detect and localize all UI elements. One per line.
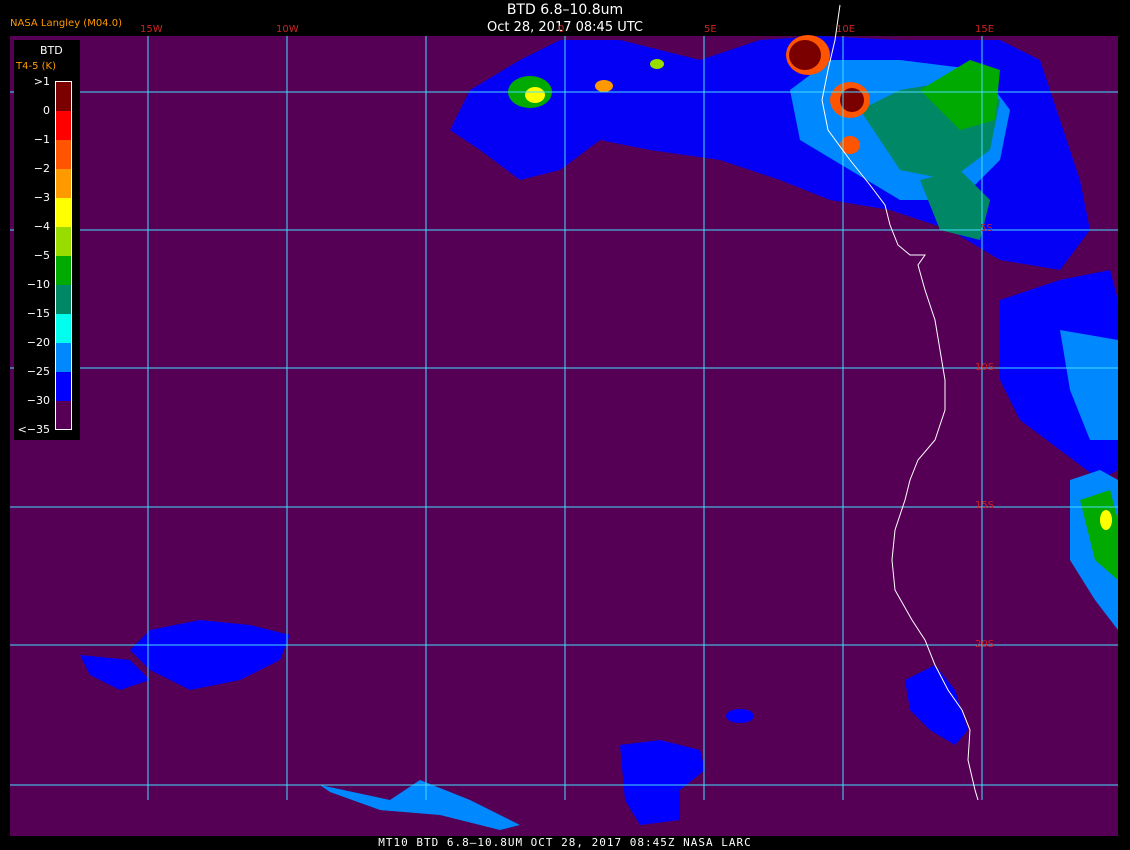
- color-legend: BTD T4-5 (K) >1 0 −1 −2 −3 −4 −5 −10 −15 −20 −25 −3…: [14, 40, 80, 440]
- lon-label-0: 0: [558, 24, 565, 35]
- legend-tick-label: −2: [33, 162, 50, 175]
- legend-tick-label: −30: [26, 394, 50, 407]
- cloud-small-south: [726, 709, 754, 723]
- cell-west-c: [650, 59, 664, 69]
- credit-label: NASA Langley (M04.0): [10, 18, 122, 29]
- lon-label-10e: 10E: [836, 24, 856, 35]
- cloud-east-south-y: [1100, 510, 1112, 530]
- satellite-map: [0, 0, 1130, 850]
- legend-tick-label: −25: [26, 365, 50, 378]
- lat-label-15s: 15S: [975, 500, 995, 511]
- legend-tick-label: −5: [33, 249, 50, 262]
- legend-tick-label: −1: [33, 133, 50, 146]
- legend-tick-label: −20: [26, 336, 50, 349]
- map-timestamp: Oct 28, 2017 08:45 UTC: [487, 20, 643, 35]
- legend-units: T4-5 (K): [16, 61, 56, 72]
- legend-tick-label: <−35: [17, 423, 50, 436]
- lon-label-5e: 5E: [704, 24, 717, 35]
- legend-tick-label: >1: [33, 75, 50, 88]
- lon-label-15e: 15E: [975, 24, 995, 35]
- lat-label-5s: 5S: [980, 223, 993, 234]
- lon-label-10w: 10W: [276, 24, 299, 35]
- legend-tick-label: −4: [33, 220, 50, 233]
- storm-cell-1-core: [789, 40, 821, 70]
- map-title: BTD 6.8–10.8um: [506, 2, 624, 18]
- legend-frame: [55, 81, 72, 430]
- cell-west-b: [595, 80, 613, 92]
- legend-title: BTD: [40, 44, 63, 57]
- cell-west-a-core: [525, 87, 545, 103]
- lat-label-10s: 10S: [975, 362, 995, 373]
- legend-tick-label: −15: [26, 307, 50, 320]
- lat-label-20s: 20S: [975, 639, 995, 650]
- legend-tick-label: 0: [43, 104, 50, 117]
- footer-caption: MT10 BTD 6.8–10.8UM OCT 28, 2017 08:45Z …: [378, 836, 752, 849]
- lon-label-15w: 15W: [140, 24, 163, 35]
- legend-tick-label: −3: [33, 191, 50, 204]
- legend-tick-label: −10: [26, 278, 50, 291]
